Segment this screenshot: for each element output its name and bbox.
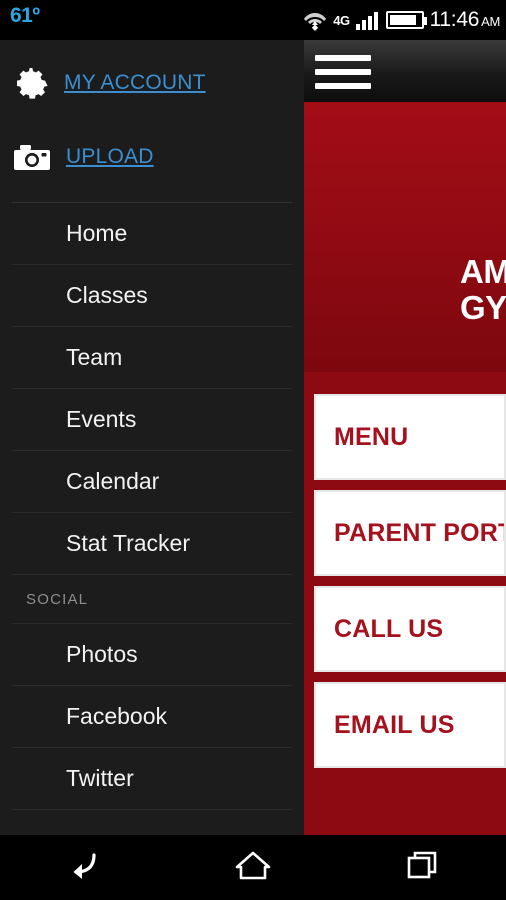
camera-icon bbox=[14, 144, 50, 170]
sidebar-item-label: Photos bbox=[66, 641, 138, 667]
clock-time: 11:46 bbox=[429, 8, 480, 31]
gear-icon bbox=[14, 66, 48, 100]
hero-logo: AM GYM bbox=[460, 254, 506, 326]
wifi-icon bbox=[303, 9, 327, 31]
sidebar-item-label: Calendar bbox=[66, 468, 160, 494]
home-button[interactable] bbox=[203, 835, 303, 900]
status-clock: 11:46 AM bbox=[429, 8, 501, 32]
home-icon bbox=[234, 848, 272, 887]
hamburger-icon[interactable] bbox=[315, 55, 371, 89]
status-bar: 61º 4G 11:46 AM bbox=[0, 0, 506, 40]
sidebar-item-twitter[interactable]: Twitter bbox=[12, 748, 292, 810]
navigation-drawer: MY ACCOUNT UPLOAD Home Classes Team Even… bbox=[0, 40, 304, 835]
parent-portal-button[interactable]: PARENT PORT bbox=[314, 490, 506, 576]
hero-logo-line1: AM bbox=[460, 253, 506, 290]
my-account-row[interactable]: MY ACCOUNT bbox=[0, 54, 304, 112]
menu-button[interactable]: MENU bbox=[314, 394, 506, 480]
signal-icon bbox=[355, 10, 380, 30]
hero-logo-line2: GYM bbox=[460, 289, 506, 326]
sidebar-item-label: Stat Tracker bbox=[66, 530, 190, 556]
action-button-list: MENU PARENT PORT CALL US EMAIL US bbox=[304, 394, 506, 768]
upload-row[interactable]: UPLOAD bbox=[0, 128, 304, 186]
sidebar-item-stat-tracker[interactable]: Stat Tracker bbox=[12, 513, 292, 575]
recents-button[interactable] bbox=[372, 835, 472, 900]
sidebar-item-label: Facebook bbox=[66, 703, 168, 729]
sidebar-section-social: SOCIAL bbox=[12, 575, 292, 624]
email-us-button-label: EMAIL US bbox=[334, 710, 455, 739]
hero-banner: AM GYM bbox=[304, 102, 506, 372]
sidebar-item-team[interactable]: Team bbox=[12, 327, 292, 389]
call-us-button[interactable]: CALL US bbox=[314, 586, 506, 672]
system-navigation-bar bbox=[0, 835, 506, 900]
sidebar-item-label: Twitter bbox=[66, 765, 134, 791]
app-bar bbox=[304, 40, 506, 102]
clock-ampm: AM bbox=[481, 14, 500, 29]
recents-icon bbox=[404, 848, 440, 887]
sidebar-item-label: Classes bbox=[66, 282, 148, 308]
phone-screen: 61º 4G 11:46 AM MY ACCOUNT UPLOAD Home C… bbox=[0, 0, 506, 900]
sidebar-item-home[interactable]: Home bbox=[12, 203, 292, 265]
status-bar-icons: 4G 11:46 AM bbox=[303, 0, 500, 40]
network-type-label: 4G bbox=[333, 12, 350, 28]
parent-portal-button-label: PARENT PORT bbox=[334, 518, 506, 547]
sidebar-item-label: Home bbox=[66, 220, 128, 246]
email-us-button[interactable]: EMAIL US bbox=[314, 682, 506, 768]
my-account-label: MY ACCOUNT bbox=[64, 71, 206, 94]
battery-icon bbox=[385, 11, 427, 29]
sidebar-item-label: Events bbox=[66, 406, 137, 432]
sidebar-item-facebook[interactable]: Facebook bbox=[12, 686, 292, 748]
sidebar-item-label: Team bbox=[66, 344, 123, 370]
sidebar-item-classes[interactable]: Classes bbox=[12, 265, 292, 327]
temperature-indicator: 61º bbox=[10, 4, 40, 27]
sidebar-item-calendar[interactable]: Calendar bbox=[12, 451, 292, 513]
main-content: AM GYM MENU PARENT PORT CALL US EMAIL US bbox=[304, 40, 506, 835]
sidebar-item-events[interactable]: Events bbox=[12, 389, 292, 451]
menu-button-label: MENU bbox=[334, 422, 409, 451]
upload-label: UPLOAD bbox=[66, 145, 154, 168]
call-us-button-label: CALL US bbox=[334, 614, 444, 643]
back-button[interactable] bbox=[34, 835, 134, 900]
sidebar-item-photos[interactable]: Photos bbox=[12, 624, 292, 686]
back-arrow-icon bbox=[64, 848, 104, 887]
